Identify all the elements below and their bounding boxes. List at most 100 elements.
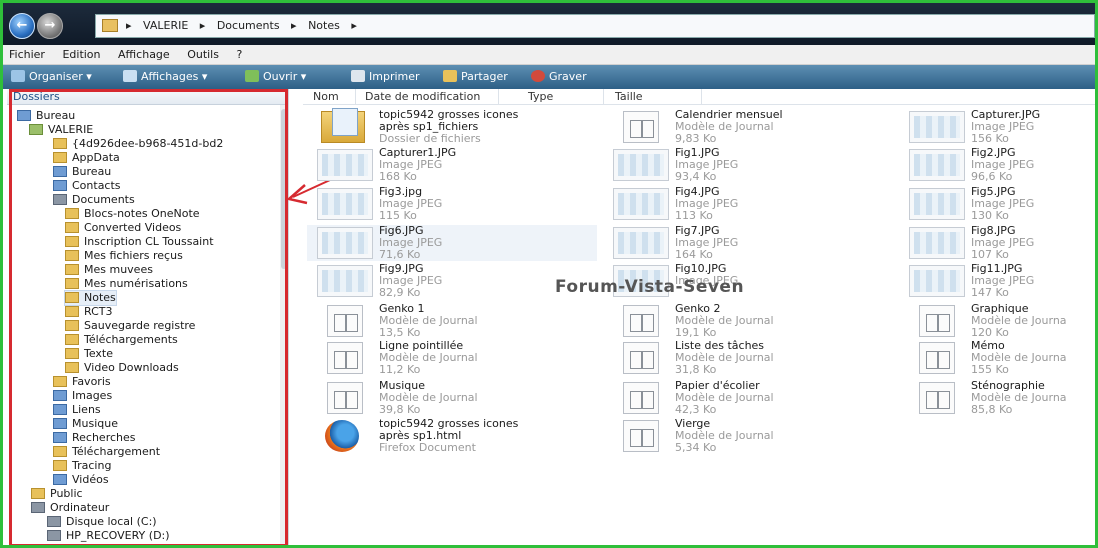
tree-item[interactable]: Favoris <box>53 375 111 389</box>
images-icon <box>53 390 67 401</box>
journal-icon <box>623 111 659 143</box>
tree-item[interactable]: Vidéos <box>53 473 109 487</box>
file-item[interactable]: Graphique Modèle de Journa 120 Ko <box>899 303 1095 339</box>
file-item[interactable]: Fig5.JPG Image JPEG 130 Ko <box>899 186 1095 222</box>
column-size[interactable]: Taille <box>615 90 643 103</box>
file-item[interactable]: Liste des tâches Modèle de Journal 31,8 Ko <box>603 340 893 376</box>
organize-button[interactable]: Organiser ▾ <box>11 65 92 89</box>
file-item[interactable]: Fig6.JPG Image JPEG 71,6 Ko <box>307 225 597 261</box>
file-size: 42,3 Ko <box>675 403 717 416</box>
menu-file[interactable]: Fichier <box>9 45 45 65</box>
jpeg-icon <box>317 265 373 297</box>
file-size: 164 Ko <box>675 248 713 261</box>
tree-item[interactable]: RCT3 <box>65 305 113 319</box>
file-item[interactable]: Mémo Modèle de Journa 155 Ko <box>899 340 1095 376</box>
tree-item[interactable]: Recherches <box>53 431 136 445</box>
file-item[interactable]: Capturer1.JPG Image JPEG 168 Ko <box>307 147 597 183</box>
back-arrow-icon: ← <box>16 18 28 33</box>
menu-view[interactable]: Affichage <box>118 45 170 65</box>
file-item[interactable]: Sténographie Modèle de Journa 85,8 Ko <box>899 380 1095 416</box>
file-item[interactable]: Fig11.JPG Image JPEG 147 Ko <box>899 263 1095 299</box>
tree-item-label: Liens <box>72 403 101 416</box>
tree-item[interactable]: Liens <box>53 403 101 417</box>
forward-button[interactable]: → <box>37 13 63 39</box>
firefox-icon <box>325 420 359 452</box>
burn-button[interactable]: Graver <box>531 65 587 89</box>
column-date[interactable]: Date de modification <box>365 90 480 103</box>
tree-item[interactable]: Musique <box>53 417 118 431</box>
back-button[interactable]: ← <box>9 13 35 39</box>
tree-item[interactable]: AppData <box>53 151 120 165</box>
tree-item-label: Disque local (C:) <box>66 515 157 528</box>
menu-edit[interactable]: Edition <box>62 45 100 65</box>
file-item[interactable]: Capturer.JPG Image JPEG 156 Ko <box>899 109 1095 145</box>
tree-item[interactable]: Blocs-notes OneNote <box>65 207 200 221</box>
tree-item[interactable]: Bureau <box>17 109 75 123</box>
tree-item[interactable]: Notes <box>64 290 117 306</box>
tree-item[interactable]: Bureau <box>53 165 111 179</box>
tree-item[interactable]: Contacts <box>53 179 121 193</box>
tree-item[interactable]: Inscription CL Toussaint <box>65 235 214 249</box>
column-type[interactable]: Type <box>528 90 553 103</box>
tree-item[interactable]: HP_RECOVERY (D:) <box>47 529 170 543</box>
tree-item[interactable]: Téléchargement <box>53 445 160 459</box>
tree-item[interactable]: Sauvegarde registre <box>65 319 195 333</box>
tree-item[interactable]: Converted Videos <box>65 221 181 235</box>
file-item[interactable]: Genko 2 Modèle de Journal 19,1 Ko <box>603 303 893 339</box>
column-name[interactable]: Nom <box>313 90 339 103</box>
folder-blue-icon <box>17 110 31 121</box>
breadcrumb-item[interactable]: Documents <box>217 19 280 32</box>
folders-header[interactable]: Dossiers <box>7 89 288 105</box>
menu-help[interactable]: ? <box>236 45 242 65</box>
open-button[interactable]: Ouvrir ▾ <box>245 65 306 89</box>
tree-item-label: Mes fichiers reçus <box>84 249 183 262</box>
file-size: 155 Ko <box>971 363 1009 376</box>
jpeg-icon <box>613 149 669 181</box>
file-item[interactable]: Fig4.JPG Image JPEG 113 Ko <box>603 186 893 222</box>
tree-item[interactable]: {4d926dee-b968-451d-bd2 <box>53 137 223 151</box>
breadcrumb-item[interactable]: Notes <box>308 19 340 32</box>
drive-icon <box>47 530 61 541</box>
tree-item-label: Images <box>72 389 113 402</box>
file-item[interactable]: Ligne pointillée Modèle de Journal 11,2 Ko <box>307 340 597 376</box>
file-item[interactable]: Calendrier mensuel Modèle de Journal 9,83 … <box>603 109 893 145</box>
file-item[interactable]: Genko 1 Modèle de Journal 13,5 Ko <box>307 303 597 339</box>
tree-item[interactable]: Texte <box>65 347 113 361</box>
tree-item-label: Vidéos <box>72 473 109 486</box>
file-item[interactable]: Fig1.JPG Image JPEG 93,4 Ko <box>603 147 893 183</box>
jpeg-icon <box>317 188 373 220</box>
file-item[interactable]: topic5942 grosses icones après sp1_fichie… <box>307 108 597 145</box>
breadcrumb-item[interactable]: VALERIE <box>143 19 188 32</box>
tree-item[interactable]: Documents <box>53 193 135 207</box>
file-size: 156 Ko <box>971 132 1009 145</box>
menu-tools[interactable]: Outils <box>187 45 219 65</box>
file-size: 9,83 Ko <box>675 132 717 145</box>
tree-item[interactable]: Mes numérisations <box>65 277 188 291</box>
tree-item[interactable]: Disque local (C:) <box>47 515 157 529</box>
file-item[interactable]: Fig8.JPG Image JPEG 107 Ko <box>899 225 1095 261</box>
share-button[interactable]: Partager <box>443 65 508 89</box>
tree-item[interactable]: Video Downloads <box>65 361 179 375</box>
tree-item[interactable]: Tracing <box>53 459 111 473</box>
file-item[interactable]: Fig9.JPG Image JPEG 82,9 Ko <box>307 263 597 299</box>
tree-item[interactable]: Images <box>53 389 112 403</box>
file-item[interactable]: Papier d'écolier Modèle de Journal 42,3 Ko <box>603 380 893 416</box>
file-item[interactable]: Fig3.jpg Image JPEG 115 Ko <box>307 186 597 222</box>
views-button[interactable]: Affichages ▾ <box>123 65 207 89</box>
file-item[interactable]: Fig7.JPG Image JPEG 164 Ko <box>603 225 893 261</box>
tree-item[interactable]: Mes fichiers reçus <box>65 249 183 263</box>
jpeg-icon <box>317 227 373 259</box>
documents-icon <box>53 194 67 205</box>
tree-item[interactable]: Téléchargements <box>65 333 178 347</box>
tree-item[interactable]: Mes muvees <box>65 263 153 277</box>
print-button[interactable]: Imprimer <box>351 65 420 89</box>
file-item[interactable]: Vierge Modèle de Journal 5,34 Ko <box>603 418 893 454</box>
file-item[interactable]: topic5942 grosses icones après sp1.html Fi… <box>307 418 597 454</box>
file-item[interactable]: Fig2.JPG Image JPEG 96,6 Ko <box>899 147 1095 183</box>
file-item[interactable]: Musique Modèle de Journal 39,8 Ko <box>307 380 597 416</box>
tree-item[interactable]: Ordinateur <box>31 501 109 515</box>
breadcrumb[interactable]: ▸ VALERIE ▸ Documents ▸ Notes ▸ <box>95 14 1095 38</box>
tree-item[interactable]: Public <box>31 487 83 501</box>
journal-icon <box>327 305 363 337</box>
tree-item[interactable]: VALERIE <box>29 123 93 137</box>
